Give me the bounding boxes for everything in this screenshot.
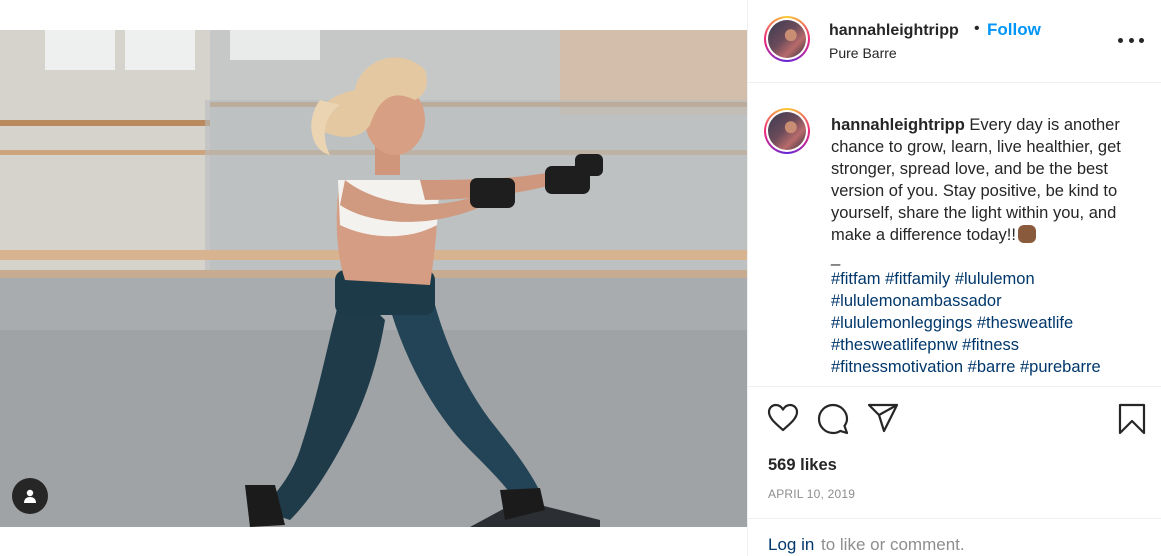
hashtag-link[interactable]: #lululemonleggings — [831, 314, 972, 332]
fist-emoji-icon — [1017, 225, 1036, 243]
more-options-icon[interactable] — [1118, 30, 1144, 50]
post-header: hannahleightripp • Follow Pure Barre — [748, 0, 1161, 83]
post-date[interactable]: APRIL 10, 2019 — [768, 487, 855, 501]
hashtag-link[interactable]: #lululemonambassador — [831, 292, 1002, 310]
login-prompt: Log in to like or comment. — [748, 518, 1161, 556]
post-actions: 569 likes APRIL 10, 2019 Log in to like … — [748, 386, 1161, 556]
hashtag-link[interactable]: #fitfamily — [885, 270, 950, 288]
hashtag-link[interactable]: #fitnessmotivation — [831, 358, 963, 376]
tagged-users-button[interactable] — [12, 478, 48, 514]
header-separator: • — [974, 20, 980, 37]
share-icon[interactable] — [867, 403, 899, 433]
comment-icon[interactable] — [817, 403, 849, 435]
log-in-link[interactable]: Log in — [768, 535, 814, 555]
caption-divider: _ — [831, 248, 841, 266]
hashtag-link[interactable]: #fitness — [962, 336, 1019, 354]
hashtag-link[interactable]: #fitfam — [831, 270, 881, 288]
post-caption: hannahleightripp Every day is another ch… — [831, 114, 1147, 378]
author-username[interactable]: hannahleightripp — [829, 22, 959, 40]
follow-button[interactable]: Follow — [987, 20, 1041, 40]
comments-area: hannahleightripp Every day is another ch… — [748, 84, 1161, 386]
user-icon — [24, 489, 36, 503]
login-prompt-text: to like or comment. — [821, 535, 965, 554]
hashtag-link[interactable]: #thesweatlife — [977, 314, 1073, 332]
author-avatar[interactable] — [764, 16, 810, 62]
bookmark-icon[interactable] — [1118, 403, 1146, 435]
heart-icon[interactable] — [767, 403, 799, 433]
post-side-panel: hannahleightripp • Follow Pure Barre han… — [747, 0, 1161, 556]
hashtag-link[interactable]: #barre — [968, 358, 1016, 376]
hashtag-link[interactable]: #lululemon — [955, 270, 1035, 288]
likes-count[interactable]: 569 likes — [768, 456, 837, 475]
caption-username[interactable]: hannahleightripp — [831, 116, 965, 134]
photo-region — [0, 0, 747, 556]
post-location[interactable]: Pure Barre — [829, 45, 897, 61]
workout-photo-illustration — [0, 30, 747, 527]
caption-avatar[interactable] — [764, 108, 810, 154]
hashtag-list: #fitfam #fitfamily #lululemon #lululemon… — [831, 270, 1101, 376]
post-photo[interactable] — [0, 30, 747, 527]
caption-text: Every day is another chance to grow, lea… — [831, 116, 1121, 244]
hashtag-link[interactable]: #purebarre — [1020, 358, 1101, 376]
hashtag-link[interactable]: #thesweatlifepnw — [831, 336, 958, 354]
